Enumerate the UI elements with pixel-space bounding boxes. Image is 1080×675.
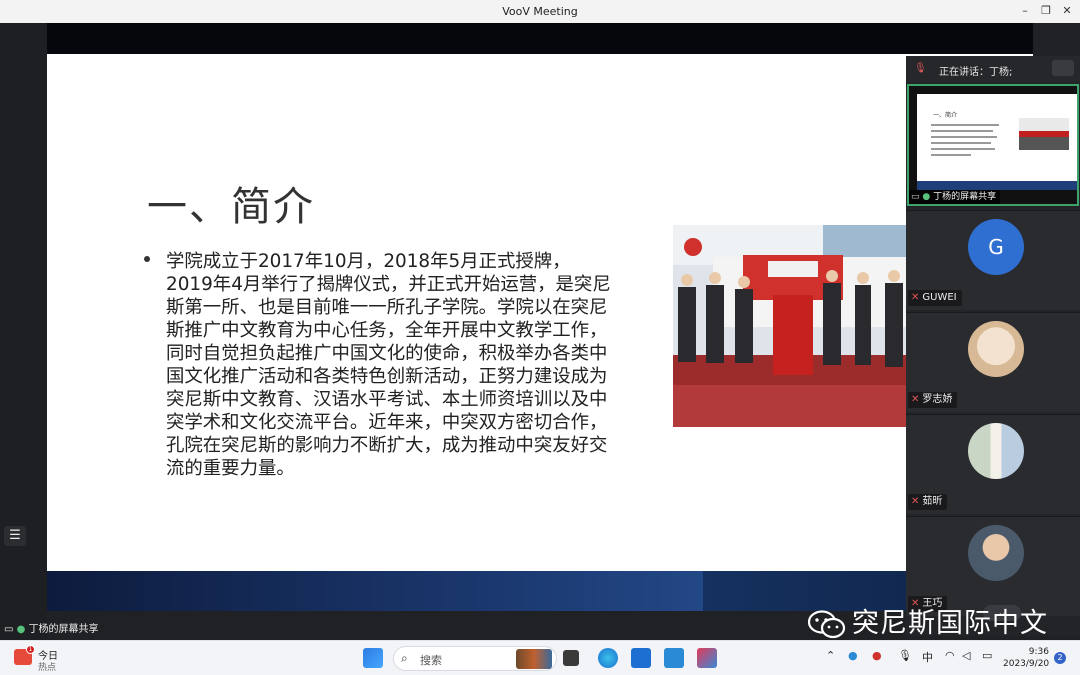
screen-icon: ▭ <box>4 624 14 635</box>
mini-text-line <box>931 154 971 156</box>
participant-tile[interactable]: ✕ 茹昕 <box>906 414 1080 514</box>
snipping-tool-icon[interactable] <box>697 648 717 668</box>
bottom-share-label: ▭ ● 丁杨的屏幕共享 <box>0 620 99 640</box>
participant-name-tag: ✕ 罗志娇 <box>908 392 958 408</box>
clock-time: 9:36 <box>1028 647 1049 657</box>
screen-share-tile[interactable]: 一、简介 ▭ ● 丁杨的屏幕共享 <box>907 84 1079 206</box>
mini-slide-preview: 一、简介 <box>917 94 1077 190</box>
window-title: VooV Meeting <box>502 5 578 18</box>
avatar <box>968 423 1024 479</box>
participant-name-tag: ✕ GUWEI <box>908 290 962 306</box>
clock-date: 2023/9/20 <box>1003 659 1050 669</box>
participant-name: 罗志娇 <box>922 394 953 405</box>
mini-text-line <box>931 136 997 138</box>
taskbar: 1 今日 热点 ⌕ 搜索 ⌃ ● ● 🎙 中 ◠ ◁ ▭ 9:36 2023/9… <box>0 640 1080 675</box>
watermark-text: 突尼斯国际中文 <box>852 608 1048 639</box>
close-button[interactable]: ✕ <box>1058 3 1076 19</box>
avatar: G <box>968 219 1024 275</box>
chevron-up-icon[interactable]: ⌃ <box>826 649 835 662</box>
share-tile-label: ▭ ● 丁杨的屏幕共享 <box>909 190 1001 204</box>
mic-active-icon: ● <box>922 192 931 202</box>
participant-tile[interactable]: ✕ 王巧 <box>906 516 1080 616</box>
taskbar-search[interactable]: ⌕ 搜索 <box>393 646 557 671</box>
watermark: 突尼斯国际中文 <box>808 606 1048 642</box>
participant-name: 茹昕 <box>922 496 943 507</box>
panel-options-icon[interactable] <box>1052 60 1074 76</box>
slide: 一、简介 学院成立于2017年10月，2018年5月正式授牌，2019年4月举行… <box>47 54 1033 571</box>
mini-slide-title: 一、简介 <box>933 112 958 119</box>
mic-icon: 🎙 <box>914 63 927 74</box>
screen-icon: ▭ <box>911 192 920 202</box>
ceremony-photo <box>673 225 913 427</box>
wifi-icon[interactable]: ◠ <box>945 649 955 662</box>
share-tile-name: 丁杨的屏幕共享 <box>933 192 997 202</box>
slide-top-bar <box>47 23 1033 54</box>
voov-meeting-icon[interactable] <box>664 648 684 668</box>
screen: VooV Meeting – ❐ ✕ ☰ 一、简介 学院成立于2017年10月，… <box>0 0 1080 675</box>
wechat-icon <box>808 609 846 638</box>
shared-screen: 一、简介 学院成立于2017年10月，2018年5月正式授牌，2019年4月举行… <box>47 23 1033 611</box>
mini-slide-bar <box>917 181 1077 190</box>
participant-name: GUWEI <box>922 292 957 303</box>
slide-title: 一、简介 <box>147 184 315 230</box>
mini-text-line <box>931 142 991 144</box>
tray-app-icon[interactable]: ● <box>848 649 858 662</box>
notification-badge[interactable]: 2 <box>1054 652 1066 664</box>
speaking-indicator: 🎙 正在讲话：丁杨; <box>906 56 1080 82</box>
search-placeholder: 搜索 <box>420 654 442 667</box>
mini-photo <box>1019 118 1069 150</box>
maximize-button[interactable]: ❐ <box>1037 3 1055 19</box>
mic-active-icon: ● <box>16 624 26 635</box>
participant-tile[interactable]: ✕ 罗志娇 <box>906 312 1080 412</box>
mic-muted-icon: ✕ <box>911 292 920 303</box>
bottom-share-text: 丁杨的屏幕共享 <box>28 624 99 635</box>
speaking-label: 正在讲话：丁杨; <box>939 67 1013 78</box>
bullet-dot <box>144 256 150 262</box>
news-badge: 1 <box>26 645 35 654</box>
mini-text-line <box>931 148 995 150</box>
mic-muted-icon: ✕ <box>911 496 920 507</box>
left-strip: ☰ <box>0 23 47 640</box>
news-subtitle: 热点 <box>38 663 57 673</box>
meeting-area: ☰ 一、简介 学院成立于2017年10月，2018年5月正式授牌，2019年4月… <box>0 23 1080 640</box>
minimize-button[interactable]: – <box>1016 3 1034 19</box>
ime-indicator[interactable]: 中 <box>922 649 933 665</box>
app-icon[interactable] <box>631 648 651 668</box>
battery-icon[interactable]: ▭ <box>982 649 992 662</box>
task-view-icon[interactable] <box>563 650 579 666</box>
clock[interactable]: 9:36 2023/9/20 <box>1003 646 1049 670</box>
microphone-icon[interactable]: 🎙 <box>898 649 912 662</box>
slide-body-text: 学院成立于2017年10月，2018年5月正式授牌，2019年4月举行了揭牌仪式… <box>166 251 611 479</box>
participant-name-tag: ✕ 茹昕 <box>908 494 948 510</box>
avatar <box>968 321 1024 377</box>
participants-panel: 🎙 正在讲话：丁杨; 一、简介 ▭ ● 丁杨的屏幕共享 G ✕ GUWEI ✕ … <box>906 56 1080 636</box>
mini-text-line <box>931 124 999 126</box>
tray-app-icon[interactable]: ● <box>872 649 882 662</box>
participant-tile[interactable]: G ✕ GUWEI <box>906 210 1080 310</box>
news-widget[interactable]: 1 今日 热点 <box>12 645 92 673</box>
search-highlight-image <box>516 649 552 669</box>
mini-text-line <box>931 130 993 132</box>
window-titlebar: VooV Meeting – ❐ ✕ <box>0 0 1080 23</box>
avatar <box>968 525 1024 581</box>
windows-start-icon[interactable] <box>363 648 383 668</box>
mic-muted-icon: ✕ <box>911 394 920 405</box>
volume-icon[interactable]: ◁ <box>962 649 970 662</box>
search-icon: ⌕ <box>401 651 408 665</box>
list-icon[interactable]: ☰ <box>4 526 26 546</box>
edge-browser-icon[interactable] <box>598 648 618 668</box>
